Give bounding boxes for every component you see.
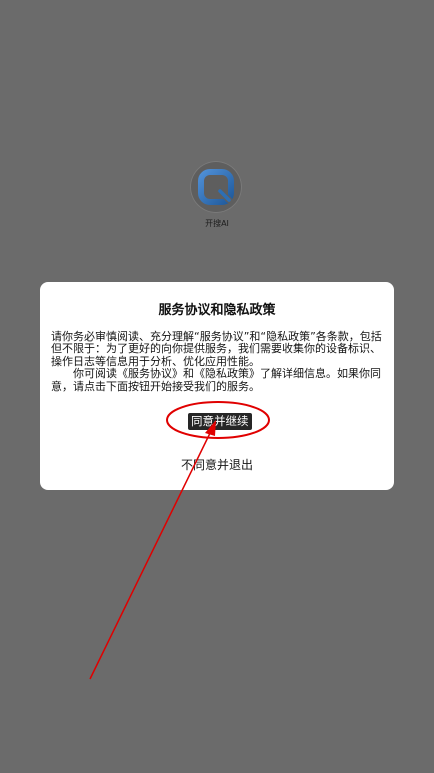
dialog-body: 请你务必审慎阅读、充分理解“服务协议”和“隐私政策”各条款，包括但不限于：为了更… bbox=[51, 330, 385, 393]
app-logo-icon bbox=[190, 161, 242, 213]
disagree-exit-button[interactable]: 不同意并退出 bbox=[40, 456, 394, 473]
dialog-paragraph-1: 请你务必审慎阅读、充分理解“服务协议”和“隐私政策”各条款，包括但不限于：为了更… bbox=[51, 330, 382, 368]
dialog-title: 服务协议和隐私政策 bbox=[158, 303, 276, 318]
app-name: 开搜AI bbox=[205, 219, 229, 228]
privacy-dialog: 服务协议和隐私政策 请你务必审慎阅读、充分理解“服务协议”和“隐私政策”各条款，… bbox=[40, 282, 394, 490]
dialog-paragraph-2: 你可阅读《服务协议》和《隐私政策》了解详细信息。如果你同意，请点击下面按钮开始接… bbox=[51, 367, 381, 393]
agree-continue-button[interactable]: 同意并继续 bbox=[188, 413, 252, 430]
app-screen: 开搜AI 服务协议和隐私政策 请你务必审慎阅读、充分理解“服务协议”和“隐私政策… bbox=[0, 0, 434, 773]
kaisou-logo-icon bbox=[198, 169, 234, 205]
